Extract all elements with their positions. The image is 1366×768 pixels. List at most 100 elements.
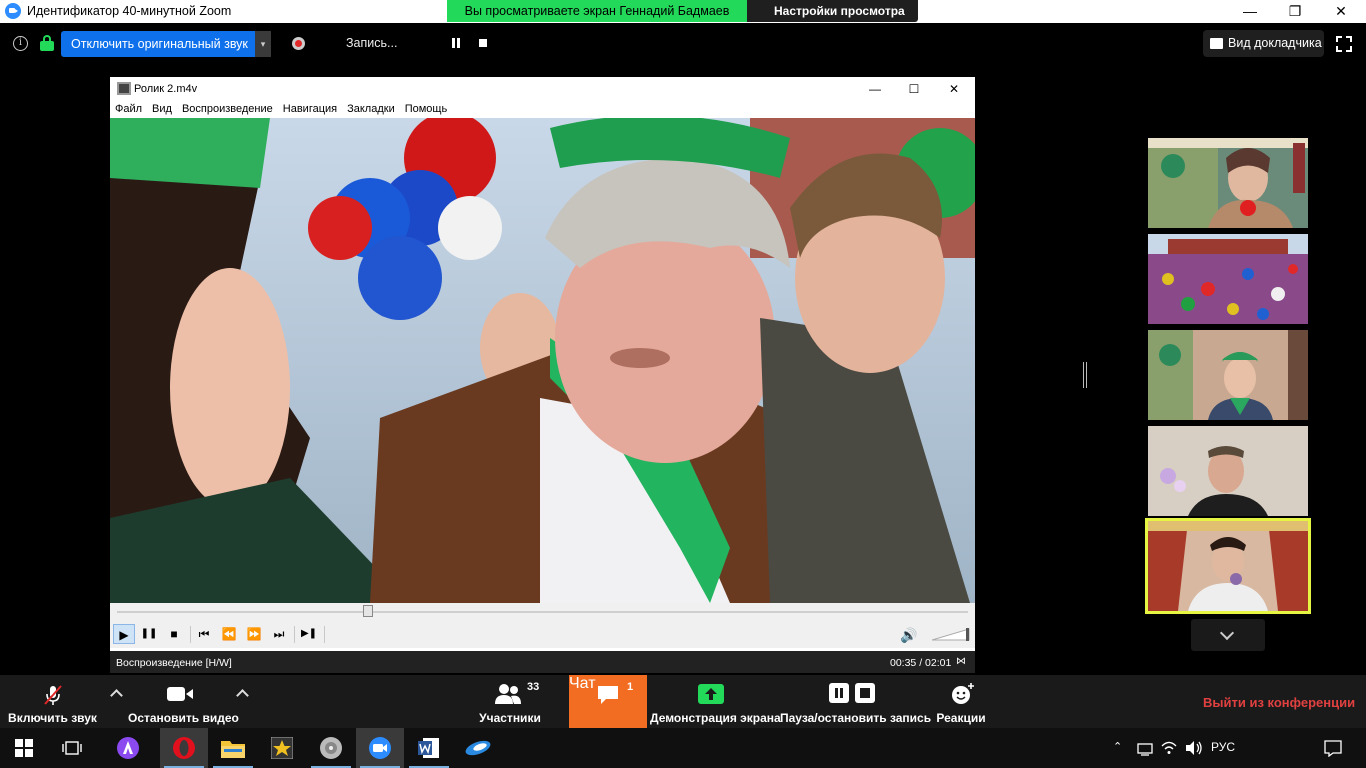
video-frame-image xyxy=(110,118,975,603)
view-options-button[interactable]: Настройки просмотра ⌄ xyxy=(747,0,918,40)
participant-video-thumbnail[interactable] xyxy=(1148,330,1308,420)
participant-video-image xyxy=(1148,521,1308,611)
gallery-scroll-down-icon[interactable] xyxy=(1191,619,1265,651)
file-explorer-icon[interactable] xyxy=(209,728,257,768)
pause-stop-recording-label: Пауза/остановить запись xyxy=(780,711,932,725)
player-title-bar: Ролик 2.m4v — ☐ ✕ xyxy=(110,77,975,101)
reactions-smiley-icon xyxy=(952,683,974,704)
stop-recording-icon[interactable] xyxy=(479,39,487,47)
browser-comet-icon[interactable] xyxy=(454,728,502,768)
meeting-top-toolbar: i Отключить оригинальный звук ▾ Запись..… xyxy=(0,23,1366,65)
video-camera-icon xyxy=(167,687,193,701)
chat-button[interactable]: 1 Чат xyxy=(569,675,647,728)
resize-grip-icon[interactable]: ⋈ xyxy=(956,656,966,667)
previous-button[interactable]: ⏮ xyxy=(193,624,215,644)
participant-video-thumbnail[interactable] xyxy=(1148,426,1308,516)
participant-video-image xyxy=(1148,138,1308,228)
participants-label: Участники xyxy=(479,711,541,725)
player-status-bar: Воспроизведение [H/W] 00:35 / 02:01 ⋈ xyxy=(110,651,975,673)
play-button[interactable]: ▶ xyxy=(113,624,135,644)
minimize-window-button[interactable]: — xyxy=(1227,0,1273,23)
chat-unread-badge: 1 xyxy=(627,681,634,693)
menu-bookmarks[interactable]: Закладки xyxy=(342,101,400,118)
encryption-lock-icon[interactable] xyxy=(40,35,54,51)
player-maximize-button[interactable]: ☐ xyxy=(899,79,929,99)
stop-button[interactable]: ■ xyxy=(163,624,185,644)
menu-help[interactable]: Помощь xyxy=(400,101,453,118)
pause-stop-recording-button[interactable]: Пауза/остановить запись xyxy=(780,675,932,728)
player-title: Ролик 2.m4v xyxy=(134,83,198,95)
frame-step-button[interactable]: ▶❚ xyxy=(298,624,320,644)
video-options-chevron-up-icon[interactable] xyxy=(236,689,249,702)
video-frame[interactable] xyxy=(110,118,975,603)
wifi-icon[interactable] xyxy=(1161,740,1177,756)
screen-share-banner: Вы просматриваете экран Геннадий Бадмаев… xyxy=(447,0,918,40)
media-player-window: Ролик 2.m4v — ☐ ✕ Файл Вид Воспроизведен… xyxy=(110,77,975,673)
notifications-icon[interactable] xyxy=(1324,739,1342,757)
volume-tray-icon[interactable] xyxy=(1185,740,1203,756)
controls-divider xyxy=(294,626,295,643)
viewing-screen-label: Вы просматриваете экран Геннадий Бадмаев xyxy=(447,0,747,22)
windows-taskbar: ⌃ РУС xyxy=(0,728,1366,768)
menu-file[interactable]: Файл xyxy=(110,101,147,118)
seek-bar[interactable] xyxy=(110,603,975,621)
participant-video-thumbnail[interactable] xyxy=(1148,234,1308,324)
share-screen-label: Демонстрация экрана xyxy=(650,711,781,725)
task-view-icon[interactable] xyxy=(48,728,96,768)
menu-navigation[interactable]: Навигация xyxy=(278,101,342,118)
seek-thumb[interactable] xyxy=(363,605,374,617)
movie-app-icon[interactable] xyxy=(258,728,306,768)
controls-divider xyxy=(324,626,325,643)
recording-status-label: Запись... xyxy=(346,36,398,50)
disable-original-sound-button[interactable]: Отключить оригинальный звук xyxy=(61,31,255,57)
close-window-button[interactable]: ✕ xyxy=(1318,0,1364,23)
player-minimize-button[interactable]: — xyxy=(860,79,890,99)
next-button[interactable]: ⏭ xyxy=(268,624,290,644)
audio-options-chevron-up-icon[interactable] xyxy=(110,689,123,702)
playback-time: 00:35 / 02:01 xyxy=(890,657,952,669)
reactions-button[interactable]: Реакции xyxy=(932,675,990,728)
chat-label: Чат xyxy=(569,675,596,692)
menu-playback[interactable]: Воспроизведение xyxy=(177,101,278,118)
maximize-window-button[interactable]: ❐ xyxy=(1272,0,1318,23)
zoom-app-icon[interactable] xyxy=(356,728,404,768)
original-sound-dropdown-arrow[interactable]: ▾ xyxy=(255,31,271,57)
pause-button[interactable]: ❚❚ xyxy=(138,624,160,644)
unmute-button[interactable]: Включить звук xyxy=(0,675,105,728)
window-title: Идентификатор 40-минутной Zoom xyxy=(27,4,232,18)
network-icon[interactable] xyxy=(1136,740,1154,756)
fast-forward-button[interactable]: ⏩ xyxy=(243,624,265,644)
participants-button[interactable]: 33 Участники xyxy=(470,675,550,728)
speaker-view-label: Вид докладчика xyxy=(1228,36,1322,50)
participant-video-image xyxy=(1148,426,1308,516)
player-app-icon xyxy=(117,82,131,95)
playback-status-label: Воспроизведение [H/W] xyxy=(116,657,232,669)
participant-video-thumbnail[interactable] xyxy=(1148,138,1308,228)
pause-recording-icon[interactable] xyxy=(451,38,461,48)
media-player-icon[interactable] xyxy=(307,728,355,768)
meeting-controls-bar: Включить звук Остановить видео 33 Участн… xyxy=(0,675,1366,728)
volume-slider[interactable] xyxy=(932,628,970,641)
playback-controls: ▶ ❚❚ ■ ⏮ ⏪ ⏩ ⏭ ▶❚ 🔊 xyxy=(110,621,975,648)
alice-assistant-icon[interactable] xyxy=(104,728,152,768)
menu-view[interactable]: Вид xyxy=(147,101,177,118)
speaker-view-button[interactable]: Вид докладчика xyxy=(1203,30,1324,57)
rewind-button[interactable]: ⏪ xyxy=(218,624,240,644)
input-language-indicator[interactable]: РУС xyxy=(1211,740,1235,754)
opera-browser-icon[interactable] xyxy=(160,728,208,768)
microsoft-word-icon[interactable] xyxy=(405,728,453,768)
microphone-muted-icon xyxy=(44,685,62,705)
info-icon[interactable]: i xyxy=(13,36,28,51)
leave-meeting-button[interactable]: Выйти из конференции xyxy=(1203,695,1355,710)
panel-resize-handle[interactable] xyxy=(1083,362,1087,388)
stop-video-button[interactable]: Остановить видео xyxy=(128,675,239,728)
volume-icon[interactable]: 🔊 xyxy=(900,626,920,644)
share-screen-button[interactable]: Демонстрация экрана xyxy=(650,675,781,728)
active-speaker-video-thumbnail[interactable] xyxy=(1145,518,1311,614)
fullscreen-icon[interactable] xyxy=(1336,36,1352,52)
recording-indicator-icon xyxy=(292,37,305,50)
player-close-button[interactable]: ✕ xyxy=(939,79,969,99)
start-windows-icon[interactable] xyxy=(0,728,48,768)
unmute-label: Включить звук xyxy=(8,711,97,725)
tray-chevron-up-icon[interactable]: ⌃ xyxy=(1113,740,1122,753)
